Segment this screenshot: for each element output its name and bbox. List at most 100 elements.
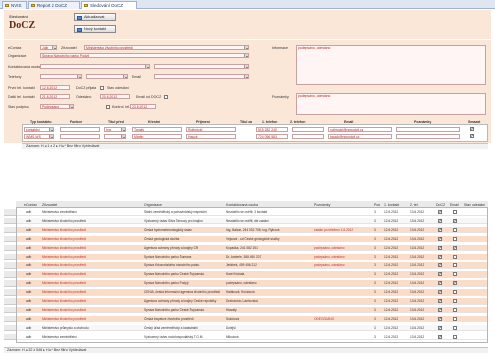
row-checkbox-e[interactable] [453,316,457,321]
contact-notes-field[interactable] [396,134,460,139]
row-selector[interactable] [4,209,16,216]
info-textarea[interactable]: podepsáno, odesláno [296,45,486,85]
row-selector[interactable] [4,298,16,305]
chevron-down-icon[interactable] [244,65,248,68]
row-selector[interactable] [4,315,16,323]
contact-first-field[interactable]: Tomáš [132,127,182,132]
row-checkbox-d[interactable] [438,218,442,224]
chevron-down-icon[interactable] [244,75,248,78]
row-checkbox-d[interactable] [438,334,442,339]
row-selector[interactable] [4,226,16,234]
emailed-checkbox[interactable] [164,95,168,99]
table-row[interactable]: adb Ministerstvo životního prostředí Česká… [17,226,487,234]
id-field[interactable]: Julb [40,45,57,50]
row-checkbox-d[interactable] [438,209,442,215]
contact-email-field[interactable]: hauck@nppodyji.cz [328,134,392,139]
row-checkbox-e[interactable] [453,325,457,330]
row-selector[interactable] [4,280,16,287]
row-selector[interactable] [4,217,16,225]
delete-checkbox[interactable] [470,133,474,139]
row-checkbox-d[interactable] [438,271,442,277]
chevron-down-icon[interactable] [52,46,56,49]
row-checkbox-d[interactable] [438,316,442,321]
row-checkbox-e[interactable] [453,280,457,286]
docz-sent-checkbox[interactable] [100,86,104,90]
chevron-down-icon[interactable] [121,128,125,131]
row-checkbox-d[interactable] [438,298,442,304]
row-checkbox-e[interactable] [453,227,457,232]
contact-function-field[interactable] [60,134,100,139]
chevron-down-icon[interactable] [121,135,125,138]
row-selector[interactable] [4,306,16,314]
check-field[interactable]: 23.6.2012 [130,104,156,109]
contact-last-field[interactable]: Rothröckl [186,127,236,132]
contact-notes-field[interactable] [396,127,460,132]
notes-textarea[interactable]: podepsáno, odesláno [296,93,486,115]
row-checkbox-d[interactable] [438,245,442,250]
tab-sledovani[interactable]: Sledování DoCZ [81,1,137,9]
row-checkbox-e[interactable] [453,218,457,224]
org-field[interactable]: Správa Národního parku Podyjí [40,53,249,58]
contact-phone-field[interactable]: 515 282 240 [256,127,288,132]
row-checkbox-e[interactable] [453,290,457,295]
table-row[interactable]: adb Ministerstvo životního prostředí Správ… [17,253,487,261]
chevron-down-icon[interactable] [49,128,53,131]
phone-field-1[interactable] [40,74,82,79]
email-field[interactable] [154,74,249,79]
chevron-down-icon[interactable] [244,54,248,57]
row-checkbox-d[interactable] [438,280,442,286]
contact-field[interactable] [40,64,150,69]
table-row[interactable]: adb Ministerstvo životního prostředí Česká… [17,315,487,323]
refresh-button[interactable]: Aktualizovat [74,13,116,21]
row-checkbox-e[interactable] [453,272,457,277]
contact-field-2[interactable] [154,64,249,69]
contact-first-field[interactable]: Martin [132,134,182,139]
row-checkbox-d[interactable] [438,325,442,330]
state-field[interactable]: Podepsáno [40,104,74,109]
chevron-down-icon[interactable] [145,65,149,68]
table-row[interactable]: adb Ministerstvo životního prostředí CENIA… [17,289,487,296]
chevron-down-icon[interactable] [49,135,53,138]
chevron-down-icon[interactable] [69,105,73,108]
phone-field-2[interactable] [86,74,128,79]
chevron-down-icon[interactable] [244,46,248,49]
contact-type-field[interactable]: WMS-WS [24,134,54,139]
row-selector[interactable] [4,262,16,269]
row-selector[interactable] [4,244,16,252]
table-row[interactable]: adb Ministerstvo životního prostředí Agent… [17,244,487,252]
row-checkbox-d[interactable] [438,289,442,295]
row-checkbox-e[interactable] [453,254,457,259]
new-contact-button[interactable]: Nový kontakt [74,25,116,33]
other-contact-field[interactable]: 21.6.2012 [40,94,70,99]
contact-title-field[interactable]: Ing. [104,127,126,132]
contact-phone2-field[interactable] [292,127,324,132]
subform-record-nav[interactable]: Záznam: H ◂ 1 z 2 ▸ H ▸* Bez filtru Vyhl… [22,143,488,149]
table-row[interactable]: adb Ministerstvo životního prostředí Správ… [17,280,487,287]
table-row[interactable]: adb Ministerstvo životního prostředí Správ… [17,262,487,269]
delete-checkbox[interactable] [470,126,474,132]
chevron-down-icon[interactable] [77,75,81,78]
contact-email-field[interactable]: rothrockl@nppodyji.cz [328,127,392,132]
source-field[interactable]: Ministerstvo životního prostředí [84,45,249,50]
row-selector[interactable] [4,289,16,296]
first-contact-field[interactable]: 12.6.2012 [40,85,70,90]
tab-report[interactable]: Report z DoCZ [28,1,80,9]
contact-phone2-field[interactable] [292,134,324,139]
row-selector[interactable] [4,333,16,341]
row-checkbox-d[interactable] [438,254,442,259]
table-row[interactable]: adb Ministerstvo zemědělství Výzkumný ústa… [17,333,487,341]
datasheet-record-nav[interactable]: Záznam: H ◂ 32 z 548 ▸ H ▸* Bez filtru V… [4,347,488,353]
row-checkbox-d[interactable] [438,307,442,313]
row-checkbox-e[interactable] [453,210,457,214]
row-checkbox-d[interactable] [438,262,442,268]
table-row[interactable]: adb Ministerstvo životního prostředí Agent… [17,298,487,305]
row-checkbox-d[interactable] [438,236,442,241]
table-row[interactable]: adb Ministerstvo průmyslu a obchodu Český … [17,324,487,332]
table-row[interactable]: adb Ministerstvo životního prostředí Správ… [17,306,487,314]
row-selector[interactable] [4,235,16,243]
row-checkbox-d[interactable] [438,227,442,232]
row-checkbox-e[interactable] [453,245,457,250]
row-checkbox-e[interactable] [453,307,457,312]
contact-type-field[interactable]: kontaktní [24,127,54,132]
row-checkbox-e[interactable] [453,263,457,268]
